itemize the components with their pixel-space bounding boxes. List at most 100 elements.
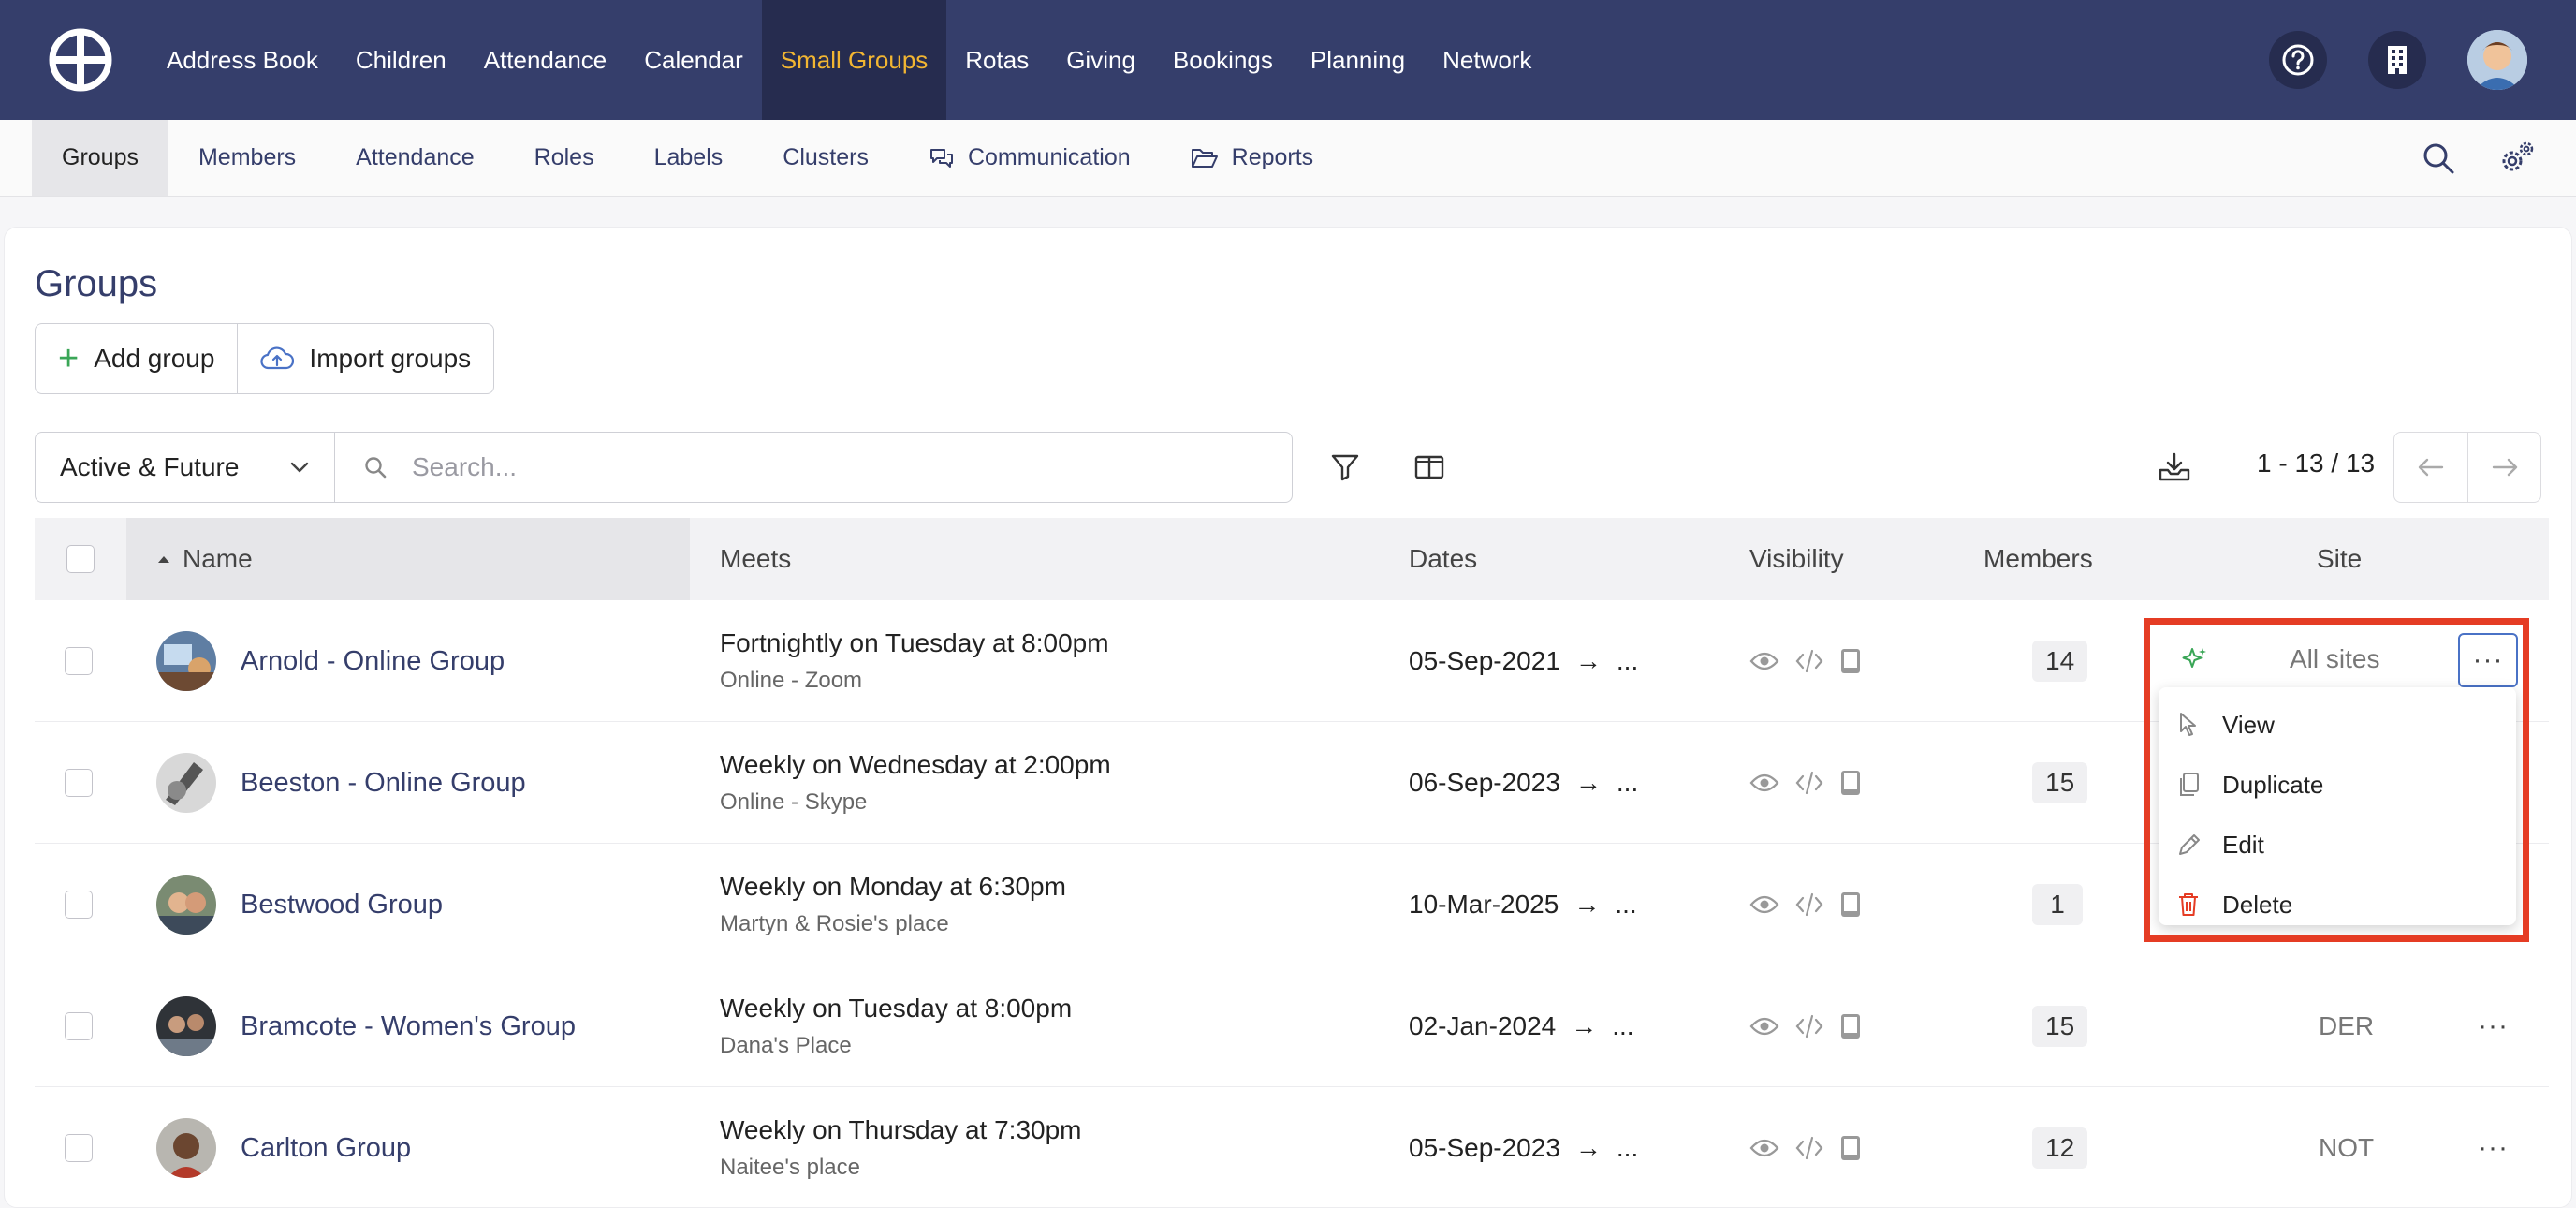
visibility-cell: [1749, 722, 1862, 844]
end-date: ...: [1616, 646, 1639, 675]
tab-members[interactable]: Members: [168, 120, 326, 196]
group-name-link[interactable]: Carlton Group: [241, 1087, 411, 1208]
meets-location: Dana's Place: [720, 1033, 852, 1058]
header-dates[interactable]: Dates: [1409, 518, 1477, 600]
search-input[interactable]: [412, 452, 1254, 482]
tab-communication[interactable]: Communication: [899, 120, 1161, 196]
tablet-icon: [1841, 649, 1860, 673]
import-groups-button[interactable]: Import groups: [237, 324, 493, 393]
columns-icon: [1414, 455, 1444, 479]
organisation-button[interactable]: [2368, 31, 2426, 89]
nav-children[interactable]: Children: [337, 0, 465, 120]
next-page-button[interactable]: [2467, 433, 2540, 502]
members-cell: 15: [2032, 722, 2088, 844]
row-checkbox-cell: [65, 722, 93, 844]
row-checkbox-cell: [65, 844, 93, 965]
visibility-cell: [1749, 844, 1862, 965]
columns-button[interactable]: [1403, 441, 1456, 494]
tab-roles[interactable]: Roles: [505, 120, 624, 196]
row-actions-button[interactable]: ···: [2478, 1087, 2509, 1208]
header-name[interactable]: Name: [126, 518, 690, 600]
add-group-button[interactable]: + Add group: [36, 324, 237, 393]
header-name-label: Name: [183, 544, 253, 573]
dates-cell: 06-Sep-2023 → ...: [1409, 722, 1638, 844]
arrow-right-icon: →: [1574, 1133, 1602, 1162]
status-filter-select[interactable]: Active & Future: [36, 433, 335, 502]
tablet-icon: [1841, 1014, 1860, 1039]
tab-attendance[interactable]: Attendance: [326, 120, 505, 196]
tab-clusters[interactable]: Clusters: [753, 120, 899, 196]
nav-giving[interactable]: Giving: [1047, 0, 1154, 120]
header-site[interactable]: Site: [2317, 518, 2362, 600]
row-checkbox[interactable]: [65, 647, 93, 675]
tab-reports[interactable]: Reports: [1161, 120, 1344, 196]
meets-location: Online - Zoom: [720, 668, 863, 693]
site-cell: DER: [2319, 1011, 2375, 1040]
arrow-right-icon: →: [1574, 768, 1602, 797]
page-title: Groups: [35, 263, 158, 304]
nav-calendar[interactable]: Calendar: [625, 0, 762, 120]
meets-location: Naitee's place: [720, 1155, 860, 1180]
group-name-link[interactable]: Bramcote - Women's Group: [241, 965, 576, 1087]
header-meets[interactable]: Meets: [720, 518, 791, 600]
nav-attendance[interactable]: Attendance: [465, 0, 626, 120]
nav-planning[interactable]: Planning: [1292, 0, 1424, 120]
dates-cell: 02-Jan-2024 → ...: [1409, 965, 1634, 1087]
end-date: ...: [1615, 890, 1637, 919]
pager: [2393, 432, 2541, 503]
meets-cell: Weekly on Thursday at 7:30pm Naitee's pl…: [720, 1087, 1082, 1208]
settings-gears-icon[interactable]: [2497, 139, 2537, 178]
tab-labels[interactable]: Labels: [624, 120, 754, 196]
header-members[interactable]: Members: [1983, 518, 2093, 600]
group-name-link[interactable]: Arnold - Online Group: [241, 600, 505, 722]
filter-button[interactable]: [1319, 441, 1371, 494]
members-count-badge: 12: [2032, 1127, 2088, 1169]
members-count-badge: 1: [2032, 884, 2083, 925]
nav-small-groups[interactable]: Small Groups: [761, 0, 947, 120]
table-row[interactable]: Bramcote - Women's Group Weekly on Tuesd…: [35, 965, 2549, 1087]
row-checkbox[interactable]: [65, 891, 93, 919]
top-nav: Address Book Children Attendance Calenda…: [0, 0, 2576, 120]
row-actions-button[interactable]: ···: [2478, 965, 2509, 1087]
start-date: 02-Jan-2024: [1409, 1011, 1557, 1040]
eye-icon: [1749, 652, 1779, 670]
prev-page-button[interactable]: [2394, 433, 2467, 502]
row-checkbox-cell: [65, 1087, 93, 1208]
meets-schedule: Weekly on Monday at 6:30pm: [720, 872, 1066, 901]
meets-cell: Weekly on Monday at 6:30pm Martyn & Rosi…: [720, 844, 1066, 965]
members-cell: 14: [2032, 600, 2088, 722]
nav-rotas[interactable]: Rotas: [946, 0, 1047, 120]
download-tray-icon: [2159, 452, 2190, 481]
arrow-right-icon: →: [1571, 1011, 1598, 1040]
nav-bookings[interactable]: Bookings: [1154, 0, 1292, 120]
sort-asc-icon: [158, 556, 169, 563]
select-all-checkbox[interactable]: [66, 545, 95, 573]
arrow-right-icon: [2492, 458, 2517, 477]
folder-open-icon: [1191, 148, 1218, 168]
app-logo-icon[interactable]: [49, 28, 112, 92]
members-count-badge: 15: [2032, 762, 2088, 803]
tab-groups[interactable]: Groups: [32, 120, 168, 196]
row-checkbox[interactable]: [65, 1134, 93, 1162]
group-thumbnail: [156, 965, 216, 1087]
user-avatar[interactable]: [2467, 30, 2527, 90]
sub-nav: Groups Members Attendance Roles Labels C…: [0, 120, 2576, 197]
pagination-count: 1 - 13 / 13: [2257, 449, 2376, 478]
nav-network[interactable]: Network: [1424, 0, 1550, 120]
nav-address-book[interactable]: Address Book: [148, 0, 337, 120]
help-button[interactable]: [2269, 31, 2327, 89]
group-thumbnail: [156, 844, 216, 965]
group-name-link[interactable]: Beeston - Online Group: [241, 722, 526, 844]
start-date: 05-Sep-2023: [1409, 1133, 1560, 1162]
code-icon: [1795, 649, 1823, 673]
row-checkbox-cell: [65, 965, 93, 1087]
table-row[interactable]: Carlton Group Weekly on Thursday at 7:30…: [35, 1087, 2549, 1208]
export-button[interactable]: [2148, 441, 2201, 494]
header-visibility[interactable]: Visibility: [1749, 518, 1844, 600]
start-date: 05-Sep-2021: [1409, 646, 1560, 675]
group-name-link[interactable]: Bestwood Group: [241, 844, 443, 965]
row-checkbox[interactable]: [65, 1012, 93, 1040]
tablet-icon: [1841, 1136, 1860, 1160]
row-checkbox[interactable]: [65, 769, 93, 797]
search-icon[interactable]: [2421, 140, 2456, 176]
